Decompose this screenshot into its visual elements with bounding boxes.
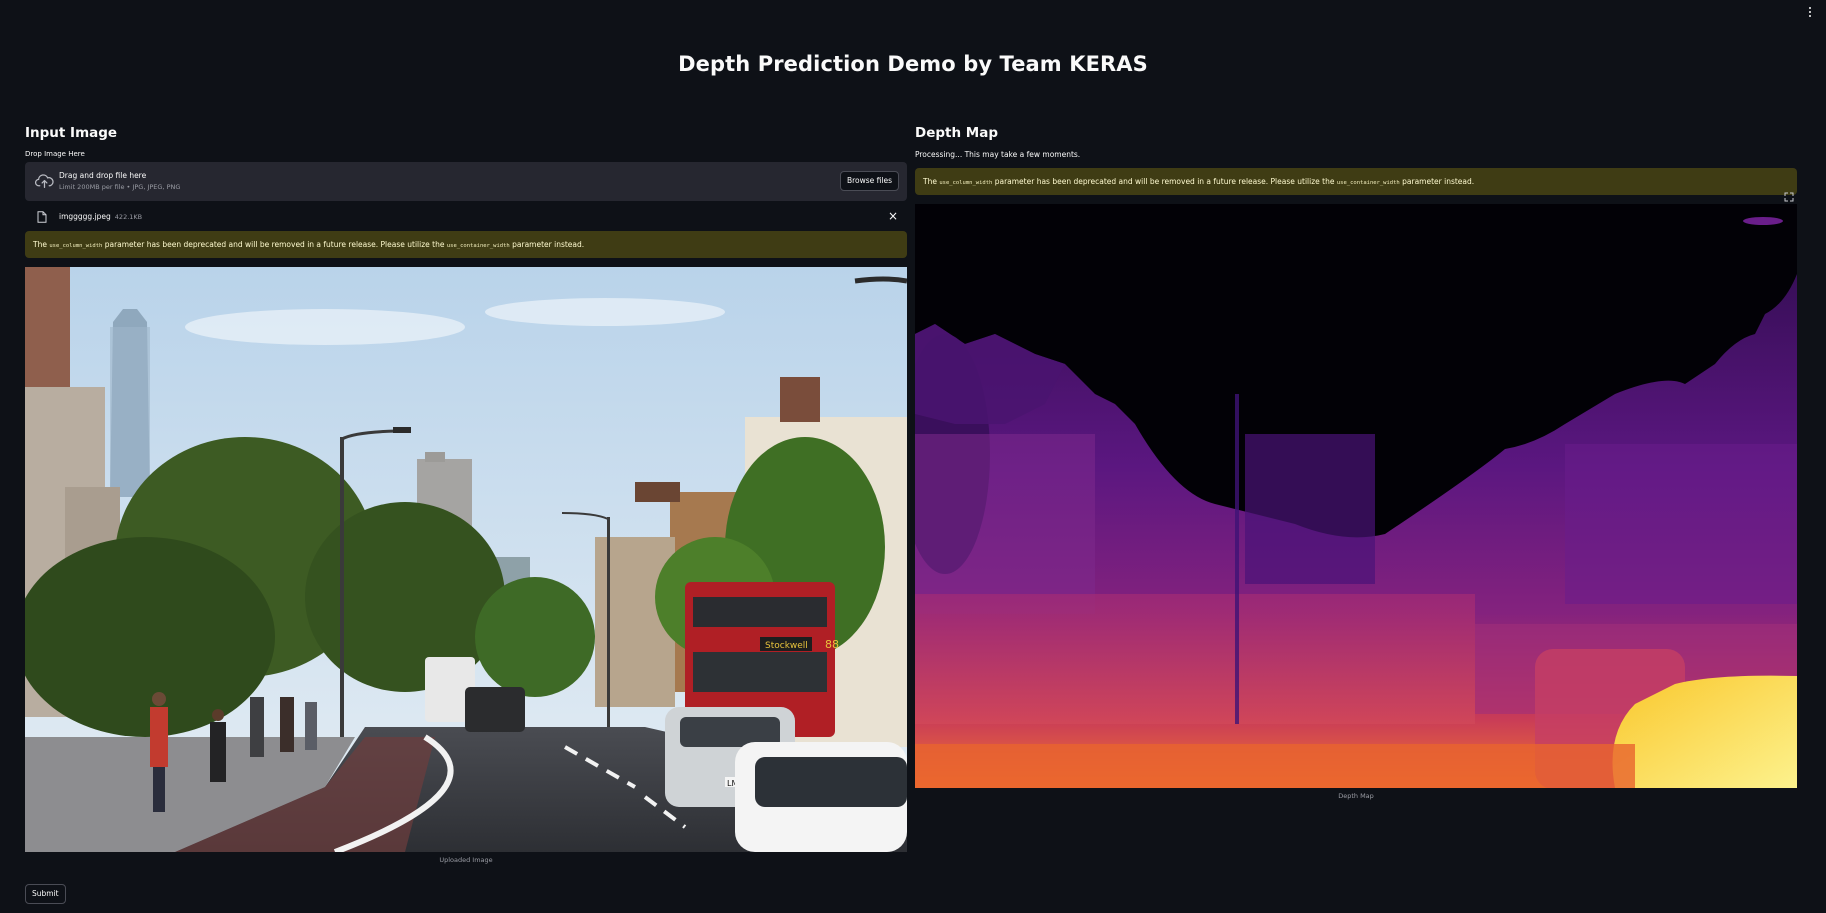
- main-menu-icon[interactable]: [1804, 4, 1816, 20]
- file-icon: [37, 211, 47, 223]
- dropzone-limit: Limit 200MB per file • JPG, JPEG, PNG: [59, 183, 181, 191]
- file-dropzone[interactable]: Drag and drop file here Limit 200MB per …: [25, 162, 907, 201]
- uploaded-image: Stockwell 88 LM58: [25, 267, 907, 852]
- input-image-heading: Input Image: [25, 125, 118, 141]
- processing-status: Processing... This may take a few moment…: [915, 150, 1081, 159]
- expand-icon[interactable]: [1784, 192, 1794, 202]
- warning-text-middle: parameter has been deprecated and will b…: [994, 177, 1335, 186]
- submit-button[interactable]: Submit: [25, 884, 66, 904]
- cloud-upload-icon: [35, 174, 54, 188]
- uploader-label: Drop Image Here: [25, 150, 85, 158]
- dropzone-instruction: Drag and drop file here: [59, 171, 147, 180]
- warning-text-prefix: The: [33, 240, 47, 249]
- file-name: imggggg.jpeg: [59, 212, 111, 221]
- file-size: 422.1KB: [114, 213, 143, 221]
- bus-destination-sign: Stockwell: [765, 641, 808, 651]
- uploaded-image-caption: Uploaded Image: [439, 856, 493, 864]
- depth-map-caption: Depth Map: [1338, 792, 1374, 800]
- deprecation-warning: The use_column_width parameter has been …: [915, 168, 1797, 195]
- warning-text-suffix: parameter instead.: [512, 240, 585, 249]
- depth-column: Depth Map Processing... This may take a …: [915, 123, 1797, 800]
- warning-code-use-column-width: use_column_width: [939, 180, 993, 186]
- bus-route-number: 88: [825, 638, 839, 651]
- input-column: Input Image Drop Image Here Drag and dro…: [25, 123, 907, 864]
- deprecation-warning: The use_column_width parameter has been …: [25, 231, 907, 258]
- warning-text-suffix: parameter instead.: [1402, 177, 1475, 186]
- depth-map-heading: Depth Map: [915, 125, 998, 141]
- warning-code-use-container-width: use_container_width: [1336, 180, 1400, 186]
- warning-text-middle: parameter has been deprecated and will b…: [104, 240, 445, 249]
- remove-file-close-icon[interactable]: ×: [888, 210, 898, 222]
- page-title: Depth Prediction Demo by Team KERAS: [678, 52, 1148, 76]
- browse-files-button[interactable]: Browse files: [839, 171, 899, 191]
- warning-code-use-container-width: use_container_width: [446, 243, 510, 249]
- warning-text-prefix: The: [923, 177, 937, 186]
- warning-code-use-column-width: use_column_width: [49, 243, 103, 249]
- uploaded-file-row: imggggg.jpeg 422.1KB ×: [25, 203, 907, 231]
- depth-map-image: [915, 192, 1797, 788]
